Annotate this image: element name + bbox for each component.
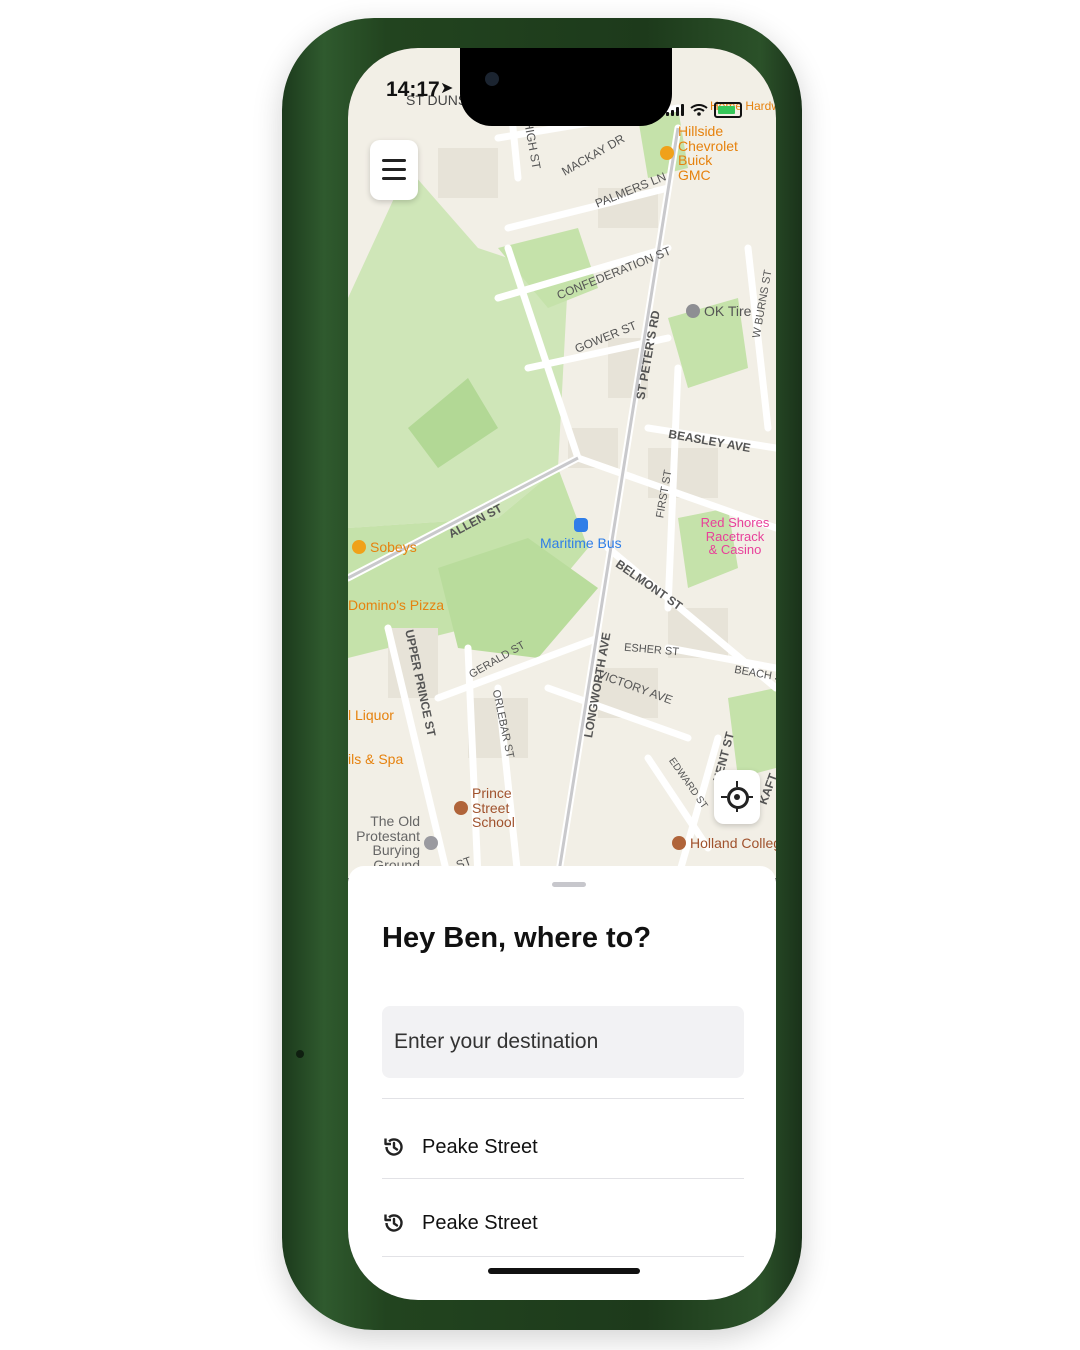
poi-nails-spa[interactable]: ils & Spa [348, 752, 403, 767]
battery-level [718, 106, 735, 114]
hamburger-menu-icon-bar [382, 168, 406, 171]
poi-label: ils & Spa [348, 751, 404, 767]
map-view[interactable]: HIGH ST MACKAY DR PALMERS LN CONFEDERATI… [348, 48, 776, 878]
poi-label: Domino's Pizza [348, 597, 445, 613]
poi-red-shores[interactable]: Red Shores Racetrack & Casino [700, 516, 770, 557]
battery-icon [714, 102, 742, 118]
wifi-icon [690, 104, 708, 116]
cemetery-icon [424, 836, 438, 851]
divider [382, 1178, 744, 1179]
poi-liquor[interactable]: l Liquor [348, 708, 394, 723]
locate-me-icon-dot [734, 794, 740, 800]
recent-destination-item[interactable]: Peake Street [382, 1192, 744, 1254]
poi-prince-street-school[interactable]: Prince Street School [454, 786, 552, 830]
locate-me-icon-tick [736, 806, 738, 812]
location-arrow-icon: ➤ [440, 80, 454, 97]
poi-holland-college[interactable]: Holland College [672, 836, 776, 851]
poi-label: OK Tire [704, 303, 752, 319]
bottom-sheet[interactable]: Hey Ben, where to? Peake Street Peake St [348, 866, 776, 1300]
destination-input[interactable] [382, 1006, 744, 1078]
car-dealer-icon [660, 146, 674, 161]
locate-me-icon-tick [747, 796, 753, 798]
poi-label: Sobeys [370, 539, 417, 555]
phone-screen: HIGH ST MACKAY DR PALMERS LN CONFEDERATI… [348, 48, 776, 1300]
recent-destination-item[interactable]: Peake Street [382, 1116, 744, 1178]
locate-me-button[interactable] [714, 770, 760, 824]
poi-maritime-bus[interactable]: Maritime Bus [540, 518, 622, 551]
home-indicator[interactable] [488, 1268, 640, 1274]
divider [382, 1256, 744, 1257]
poi-label: Maritime Bus [540, 535, 622, 551]
cellular-signal-icon [666, 104, 684, 116]
front-camera [485, 72, 499, 86]
divider [382, 1098, 744, 1099]
bus-station-icon [573, 518, 588, 532]
poi-hillside-chevrolet[interactable]: Hillside Chevrolet Buick GMC [660, 124, 744, 183]
school-icon [454, 801, 468, 816]
sheet-grabber[interactable] [552, 882, 586, 887]
poi-label: Red Shores Racetrack & Casino [700, 515, 770, 558]
poi-label: Hillside Chevrolet Buick GMC [678, 123, 738, 184]
status-time: 14:17 [386, 78, 440, 101]
sim-eject-hole [296, 1050, 304, 1058]
recent-destination-label: Peake Street [422, 1211, 538, 1234]
status-icons [666, 102, 742, 118]
menu-button[interactable] [370, 140, 418, 200]
poi-label: l Liquor [348, 707, 394, 723]
recent-destination-label: Peake Street [422, 1135, 538, 1158]
poi-old-protestant-ground[interactable]: The Old Protestant Burying Ground [348, 814, 438, 873]
hamburger-menu-icon-bar [382, 177, 406, 180]
poi-sobeys[interactable]: Sobeys [352, 540, 417, 555]
hamburger-menu-icon [382, 159, 406, 162]
poi-label: Holland College [690, 835, 776, 851]
locate-me-icon-tick [736, 781, 738, 787]
poi-label: Prince Street School [472, 785, 515, 831]
poi-ok-tire[interactable]: OK Tire [686, 304, 751, 319]
grocery-icon [352, 540, 366, 555]
greeting-title: Hey Ben, where to? [382, 922, 652, 954]
poi-label: The Old Protestant Burying Ground [356, 813, 420, 873]
tire-shop-icon [686, 304, 700, 319]
camera-notch [460, 48, 672, 126]
locate-me-icon-tick [721, 796, 727, 798]
stage: HIGH ST MACKAY DR PALMERS LN CONFEDERATI… [0, 0, 1080, 1350]
college-icon [672, 836, 686, 851]
history-icon [384, 1214, 403, 1232]
history-icon [384, 1138, 403, 1156]
poi-dominos[interactable]: Domino's Pizza [348, 598, 444, 613]
